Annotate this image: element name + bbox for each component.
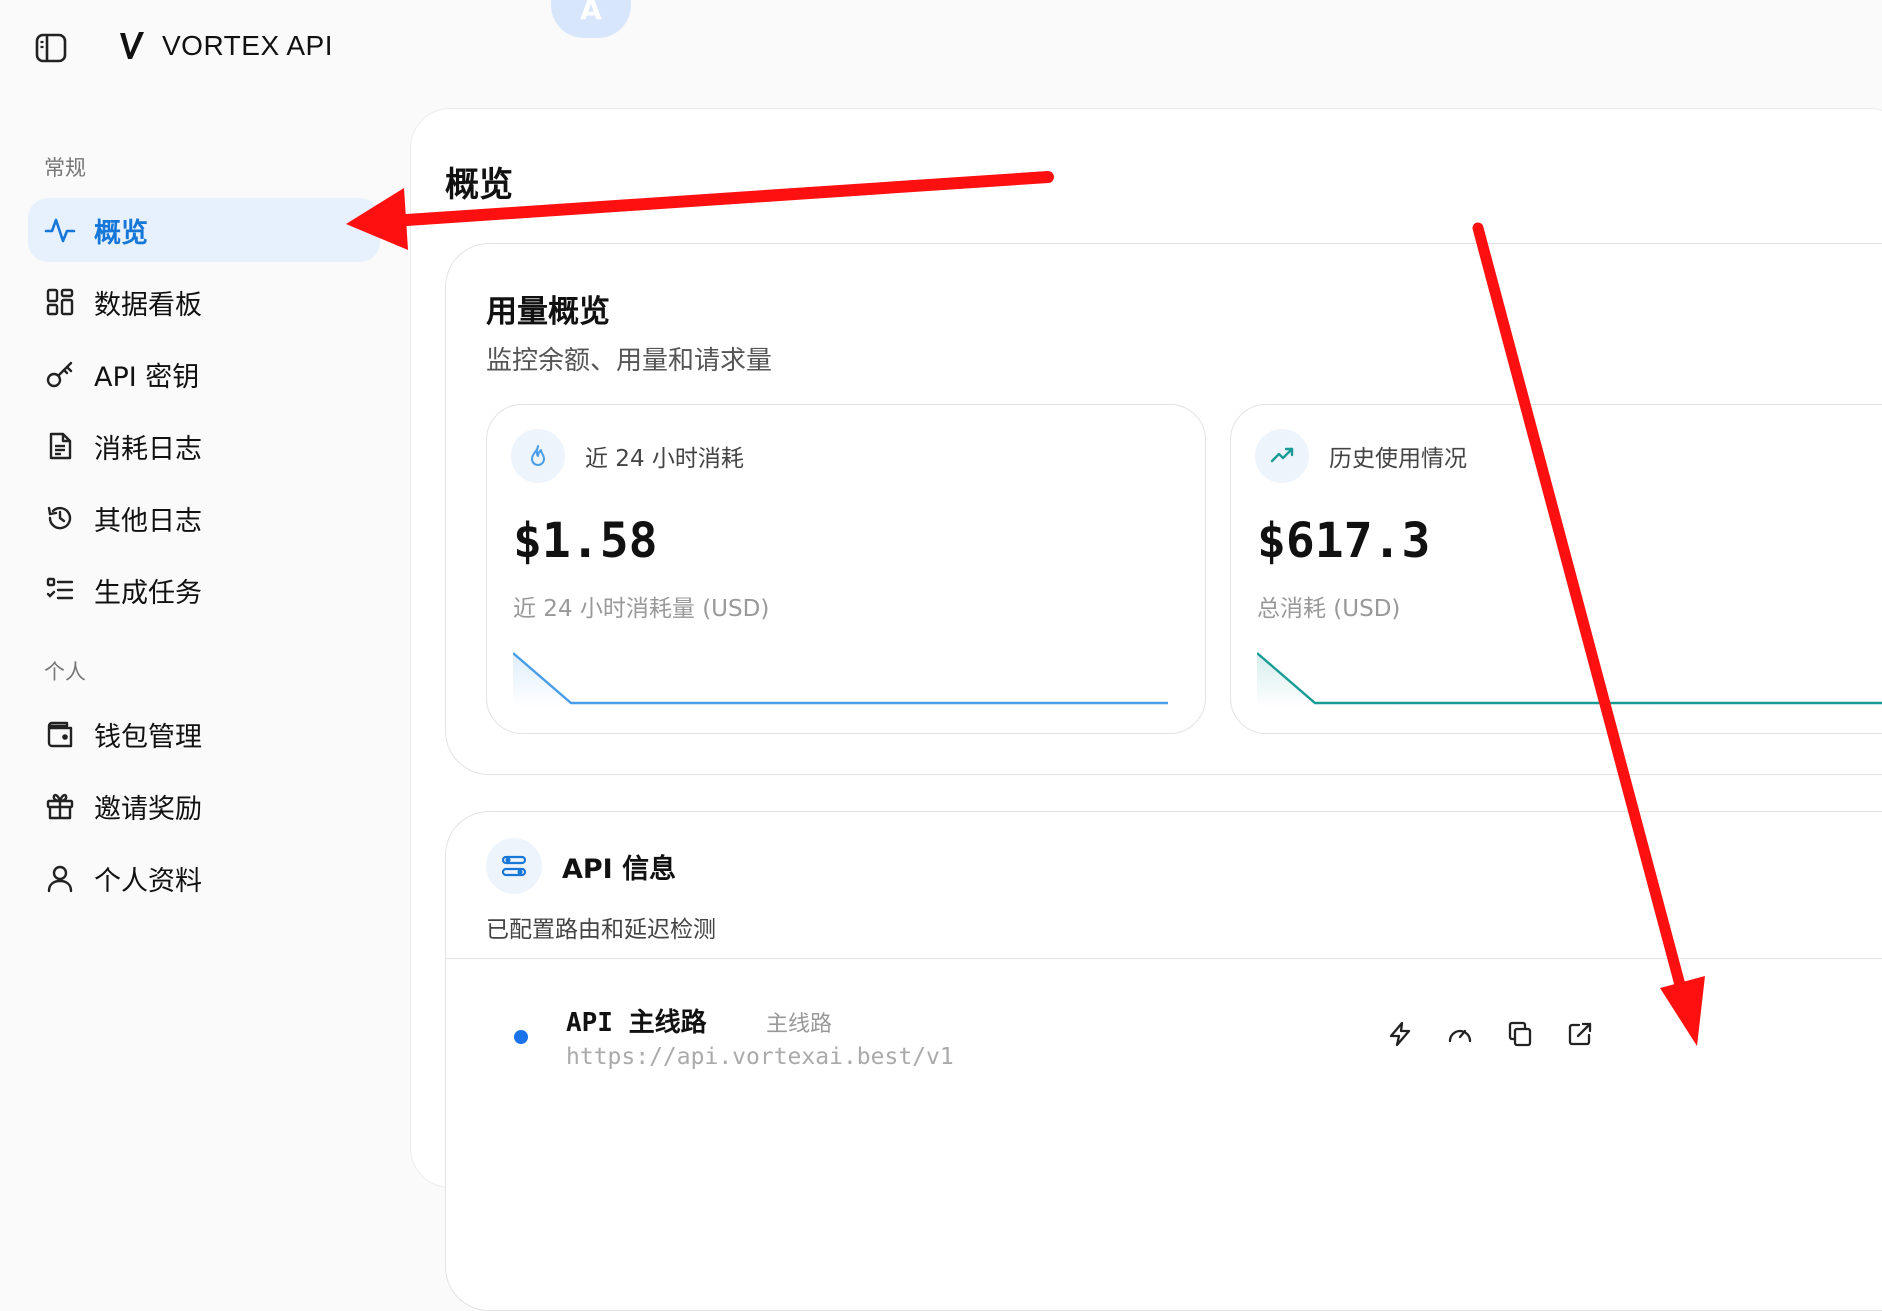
usage-card-title: 用量概览 <box>486 294 610 330</box>
task-list-icon <box>44 574 76 606</box>
flame-icon <box>511 429 565 483</box>
stat-caption: 近 24 小时消耗量 (USD) <box>513 596 770 622</box>
sidebar-toggle-button[interactable] <box>34 31 68 65</box>
sidebar-section-general: 常规 <box>44 156 86 180</box>
test-route-button[interactable] <box>1384 1018 1416 1050</box>
wallet-icon <box>44 718 76 750</box>
sidebar-item-label: 概览 <box>94 217 148 249</box>
api-card-title: API 信息 <box>562 853 677 885</box>
sidebar-item-label: API 密钥 <box>94 361 200 393</box>
document-icon <box>44 430 76 462</box>
page-title: 概览 <box>445 165 513 205</box>
top-bar: VORTEX API A <box>0 0 1882 90</box>
copy-url-button[interactable] <box>1504 1018 1536 1050</box>
copy-icon <box>1508 1021 1532 1047</box>
sidebar-item-label: 个人资料 <box>94 865 202 897</box>
sparkline-history <box>1257 652 1882 707</box>
api-card-subtitle: 已配置路由和延迟检测 <box>486 917 716 943</box>
user-icon <box>44 862 76 894</box>
vortex-logo-icon <box>120 32 144 59</box>
route-icon <box>486 838 542 894</box>
sidebar: 常规 概览 数据看板 API 密钥 消耗日志 其他日志 生成任务 个人 钱包管理… <box>0 90 410 1152</box>
sidebar-item-api-keys[interactable]: API 密钥 <box>28 342 380 406</box>
stat-label: 近 24 小时消耗 <box>585 446 744 472</box>
stat-card-24h: 近 24 小时消耗 $1.58 近 24 小时消耗量 (USD) <box>486 404 1206 734</box>
route-tag: 主线路 <box>766 1012 833 1037</box>
stat-card-history: 历史使用情况 $617.3 总消耗 (USD) <box>1230 404 1882 734</box>
brand-name: VORTEX API <box>162 30 333 61</box>
sidebar-item-label: 数据看板 <box>94 289 202 321</box>
status-dot <box>514 1030 528 1044</box>
sidebar-item-usage-logs[interactable]: 消耗日志 <box>28 414 380 478</box>
sidebar-item-dashboard[interactable]: 数据看板 <box>28 270 380 334</box>
sidebar-item-label: 消耗日志 <box>94 433 202 465</box>
route-actions <box>1384 1018 1596 1050</box>
trending-up-icon <box>1255 429 1309 483</box>
latency-check-button[interactable] <box>1444 1018 1476 1050</box>
sidebar-item-profile[interactable]: 个人资料 <box>28 846 380 910</box>
sidebar-item-label: 邀请奖励 <box>94 793 202 825</box>
sidebar-panel-icon <box>35 33 67 63</box>
sidebar-item-overview[interactable]: 概览 <box>28 198 380 262</box>
brand[interactable]: VORTEX API <box>118 24 333 68</box>
route-url: https://api.vortexai.best/v1 <box>566 1044 954 1070</box>
sidebar-item-other-logs[interactable]: 其他日志 <box>28 486 380 550</box>
sparkline-24h <box>513 652 1168 707</box>
external-link-icon <box>1568 1022 1592 1046</box>
usage-card-subtitle: 监控余额、用量和请求量 <box>486 346 773 376</box>
sidebar-section-personal: 个人 <box>44 660 86 684</box>
sidebar-item-wallet[interactable]: 钱包管理 <box>28 702 380 766</box>
route-name: API 主线路 <box>566 1008 707 1038</box>
stat-value: $1.58 <box>513 513 658 569</box>
sidebar-item-label: 钱包管理 <box>94 721 202 753</box>
activity-icon <box>44 214 76 246</box>
lightning-icon <box>1389 1021 1411 1047</box>
main-panel: 概览 用量概览 监控余额、用量和请求量 近 24 小时消耗 $1.58 近 24… <box>410 108 1882 1311</box>
sidebar-item-generation-tasks[interactable]: 生成任务 <box>28 558 380 622</box>
gift-icon <box>44 790 76 822</box>
grid-icon <box>44 286 76 318</box>
history-icon <box>44 502 76 534</box>
stat-value: $617.3 <box>1257 513 1431 569</box>
sidebar-item-label: 生成任务 <box>94 577 202 609</box>
usage-overview-card: 用量概览 监控余额、用量和请求量 近 24 小时消耗 $1.58 近 24 小时… <box>445 243 1882 775</box>
stat-caption: 总消耗 (USD) <box>1257 596 1401 622</box>
translate-icon: A <box>580 0 602 26</box>
divider <box>446 958 1882 959</box>
speedometer-icon <box>1448 1029 1472 1043</box>
language-switch-button[interactable]: A <box>551 0 631 38</box>
api-info-card: API 信息 已配置路由和延迟检测 API 主线路 主线路 https://ap… <box>445 811 1882 1311</box>
stat-label: 历史使用情况 <box>1329 446 1467 472</box>
key-icon <box>44 358 76 390</box>
sidebar-item-referral[interactable]: 邀请奖励 <box>28 774 380 838</box>
sidebar-item-label: 其他日志 <box>94 505 202 537</box>
route-row: API 主线路 主线路 https://api.vortexai.best/v1 <box>486 980 1626 1090</box>
open-link-button[interactable] <box>1564 1018 1596 1050</box>
